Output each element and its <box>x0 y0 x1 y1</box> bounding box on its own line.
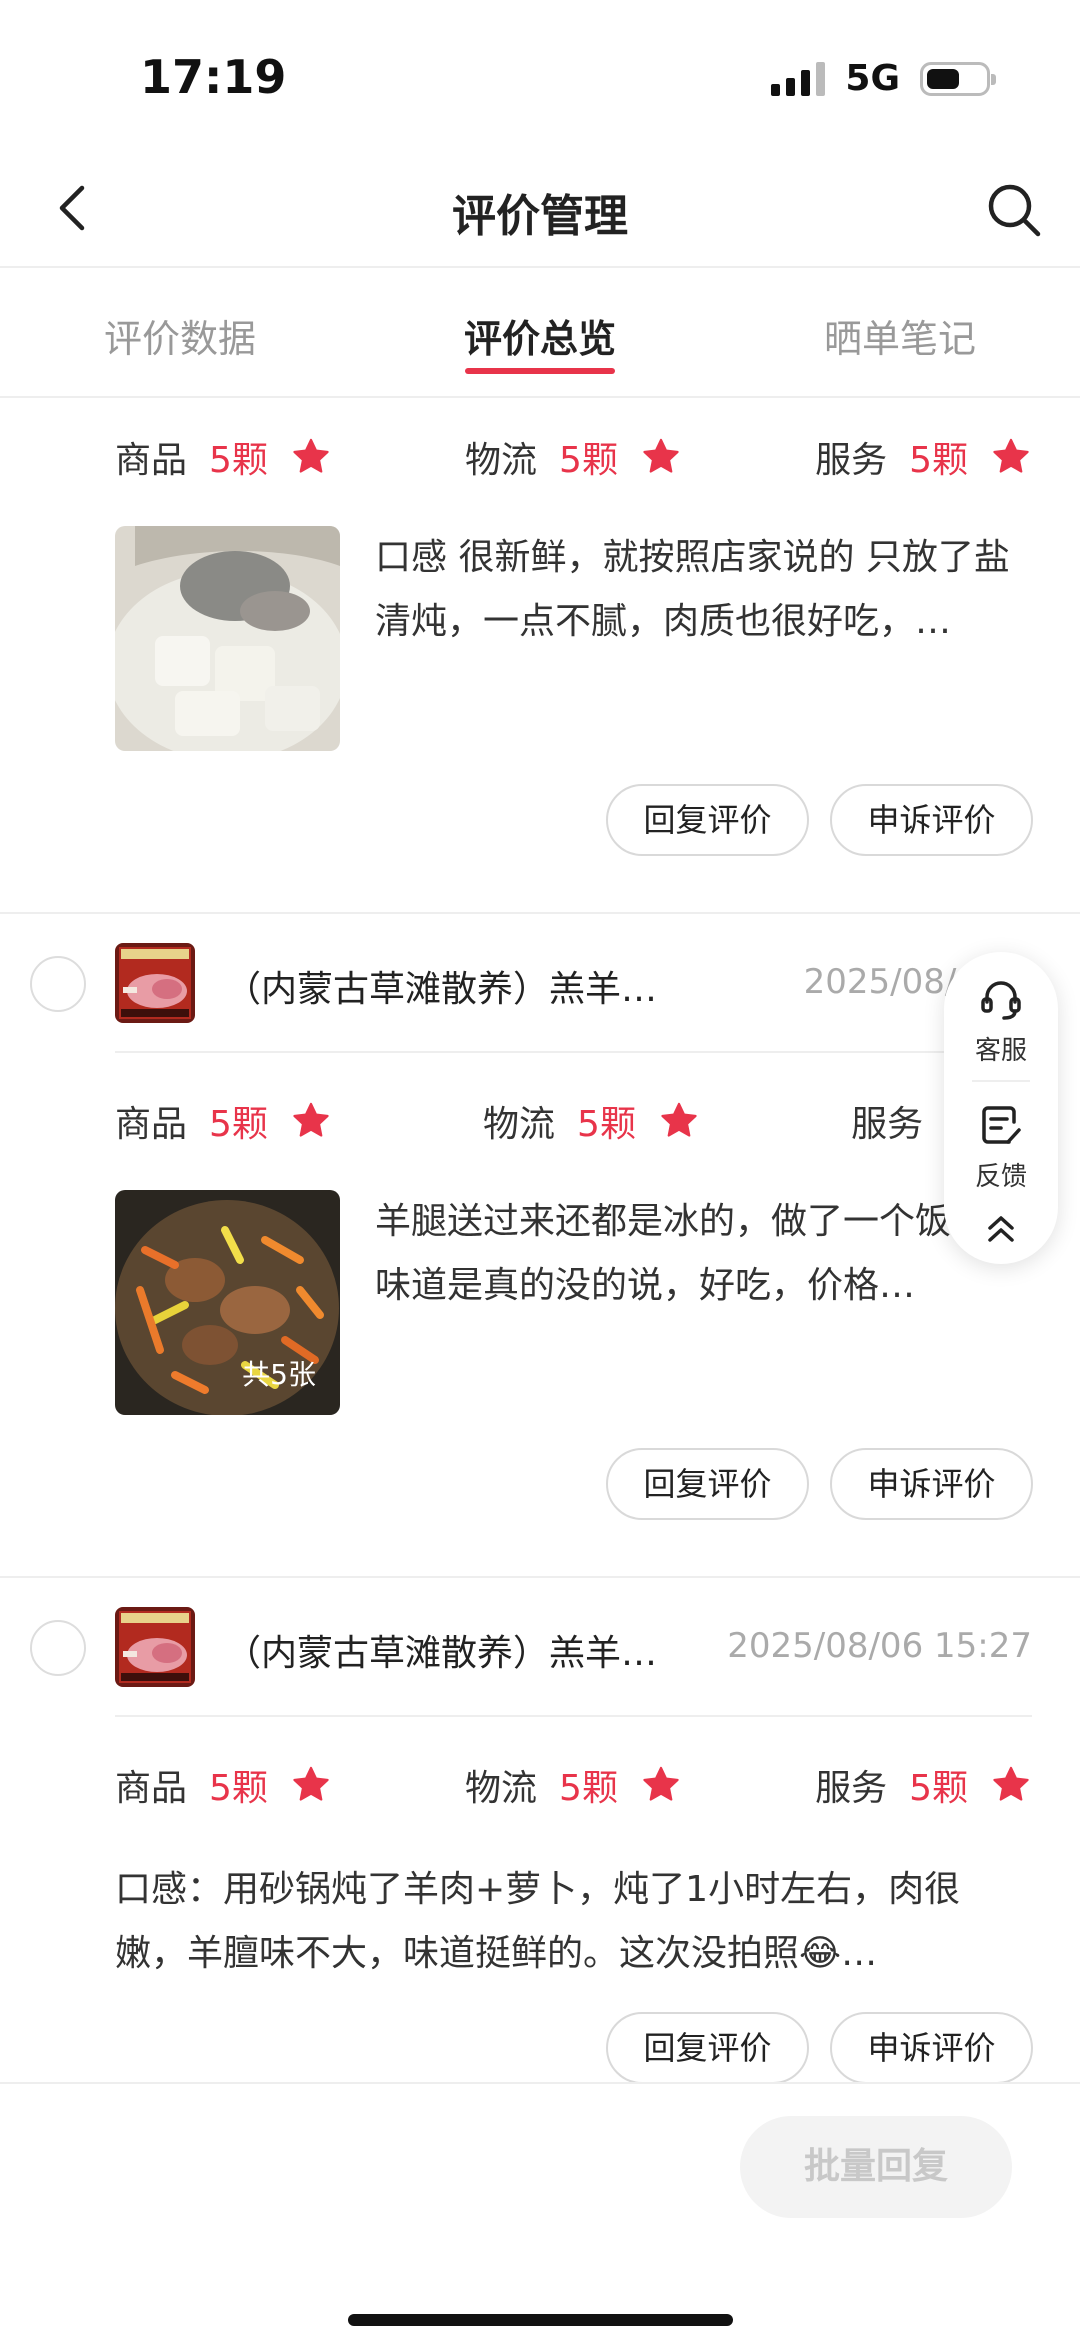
header-divider <box>115 1051 1032 1053</box>
rating-label: 物流 <box>465 1768 538 1809</box>
rating-logistics: 物流 5颗 <box>483 1095 700 1147</box>
star-icon <box>661 1102 697 1137</box>
rating-logistics: 物流 5颗 <box>465 431 682 483</box>
rating-service: 服务 5颗 <box>815 1759 1032 1811</box>
review-photo[interactable] <box>115 526 340 751</box>
customer-service-label: 客服 <box>974 1036 1027 1066</box>
image-count-badge: 共5张 <box>242 1358 316 1391</box>
product-name: （内蒙古草滩散养）羔羊… <box>225 1633 658 1674</box>
star-icon <box>643 438 679 473</box>
rating-value: 5颗 <box>577 1104 636 1145</box>
tab-review-overview[interactable]: 评价总览 <box>360 268 720 396</box>
signal-icon <box>771 61 826 96</box>
review-header: （内蒙古草滩散养）羔羊… 2025/08/06 15:27 <box>0 1578 1080 1718</box>
appeal-review-button[interactable]: 申诉评价 <box>830 2012 1033 2082</box>
rating-label: 物流 <box>483 1104 556 1145</box>
floating-service-widget: 客服 反馈 <box>944 952 1058 1264</box>
reply-review-button[interactable]: 回复评价 <box>606 2012 809 2082</box>
rating-label: 物流 <box>465 440 538 481</box>
rating-value: 5颗 <box>909 440 968 481</box>
batch-reply-button[interactable]: 批量回复 <box>740 2116 1012 2218</box>
rating-value: 5颗 <box>909 1768 968 1809</box>
widget-divider <box>972 1080 1030 1082</box>
page-title: 评价管理 <box>452 191 628 242</box>
reply-review-button[interactable]: 回复评价 <box>606 1448 809 1520</box>
review-photo[interactable]: 共5张 <box>115 1190 340 1415</box>
rating-service: 服务 5颗 <box>815 431 1032 483</box>
tab-photo-notes[interactable]: 晒单笔记 <box>720 268 1080 396</box>
reply-review-button[interactable]: 回复评价 <box>606 784 809 856</box>
product-thumbnail <box>115 1607 195 1687</box>
rating-value: 5颗 <box>559 440 618 481</box>
product-name: （内蒙古草滩散养）羔羊… <box>225 969 658 1010</box>
product-thumbnail <box>115 943 195 1023</box>
appeal-review-button[interactable]: 申诉评价 <box>830 784 1033 856</box>
select-radio[interactable] <box>30 1620 86 1676</box>
appeal-review-button[interactable]: 申诉评价 <box>830 1448 1033 1520</box>
rating-value: 5颗 <box>209 1104 268 1145</box>
star-icon <box>643 1766 679 1801</box>
rating-product: 商品 5颗 <box>115 1759 332 1811</box>
feedback-button[interactable]: 反馈 <box>944 1100 1058 1193</box>
status-bar: 17:19 5G <box>0 0 1080 150</box>
status-time: 17:19 <box>140 50 287 104</box>
rating-label: 商品 <box>115 440 188 481</box>
star-icon <box>293 438 329 473</box>
tab-review-data[interactable]: 评价数据 <box>0 268 360 396</box>
bottom-action-bar: 批量回复 <box>0 2082 1080 2341</box>
rating-label: 商品 <box>115 1768 188 1809</box>
status-indicators: 5G <box>771 58 996 99</box>
rating-product: 商品 5颗 <box>115 1095 332 1147</box>
headset-icon <box>981 981 1021 1020</box>
feedback-edit-icon <box>982 1106 1021 1144</box>
review-date: 2025/08/06 15:27 <box>727 1626 1032 1666</box>
review-header: （内蒙古草滩散养）羔羊… 2025/08/08 1 <box>0 914 1080 1054</box>
review-text: 口感：用砂锅炖了羊肉+萝卜，炖了1小时左右，肉很嫩，羊膻味不大，味道挺鲜的。这次… <box>115 1869 961 1974</box>
rating-value: 5颗 <box>209 440 268 481</box>
search-icon[interactable] <box>984 180 1044 240</box>
ratings-row: 商品 5颗 物流 5颗 服务 5颗 <box>115 1755 1032 1815</box>
star-icon <box>293 1102 329 1137</box>
rating-value: 5颗 <box>559 1768 618 1809</box>
rating-label: 服务 <box>815 440 888 481</box>
rating-label: 服务 <box>815 1768 888 1809</box>
review-card: （内蒙古草滩散养）羔羊… 2025/08/06 15:27 商品 5颗 物流 5… <box>0 1578 1080 2082</box>
battery-icon <box>920 61 996 96</box>
header-divider <box>115 1715 1032 1717</box>
star-icon <box>993 438 1029 473</box>
network-type: 5G <box>845 58 900 99</box>
tab-bar: 评价数据 评价总览 晒单笔记 <box>0 268 1080 398</box>
review-list[interactable]: 商品 5颗 物流 5颗 服务 5颗 口感 很新鲜，就按照店家说的 只放了盐清炖，… <box>0 400 1080 2082</box>
ratings-row: 商品 5颗 物流 5颗 服务 5颗 <box>115 427 1032 487</box>
star-icon <box>993 1766 1029 1801</box>
select-radio[interactable] <box>30 956 86 1012</box>
nav-bar: 评价管理 <box>0 150 1080 268</box>
review-text: 羊腿送过来还都是冰的，做了一个饭，味道是真的没的说，好吃，价格… <box>375 1201 988 1306</box>
double-chevron-up-icon[interactable] <box>981 1214 1021 1244</box>
rating-label: 商品 <box>115 1104 188 1145</box>
review-card: （内蒙古草滩散养）羔羊… 2025/08/08 1 商品 5颗 物流 5颗 服务… <box>0 914 1080 1576</box>
review-card: 商品 5颗 物流 5颗 服务 5颗 口感 很新鲜，就按照店家说的 只放了盐清炖，… <box>0 400 1080 912</box>
customer-service-button[interactable]: 客服 <box>944 974 1058 1067</box>
ratings-row: 商品 5颗 物流 5颗 服务 5 <box>115 1091 1032 1151</box>
rating-logistics: 物流 5颗 <box>465 1759 682 1811</box>
star-icon <box>293 1766 329 1801</box>
home-indicator <box>348 2314 733 2326</box>
feedback-label: 反馈 <box>974 1162 1027 1192</box>
rating-value: 5颗 <box>209 1768 268 1809</box>
rating-label: 服务 <box>851 1104 924 1145</box>
review-text: 口感 很新鲜，就按照店家说的 只放了盐清炖，一点不腻，肉质也很好吃，… <box>375 537 1010 642</box>
rating-product: 商品 5颗 <box>115 431 332 483</box>
